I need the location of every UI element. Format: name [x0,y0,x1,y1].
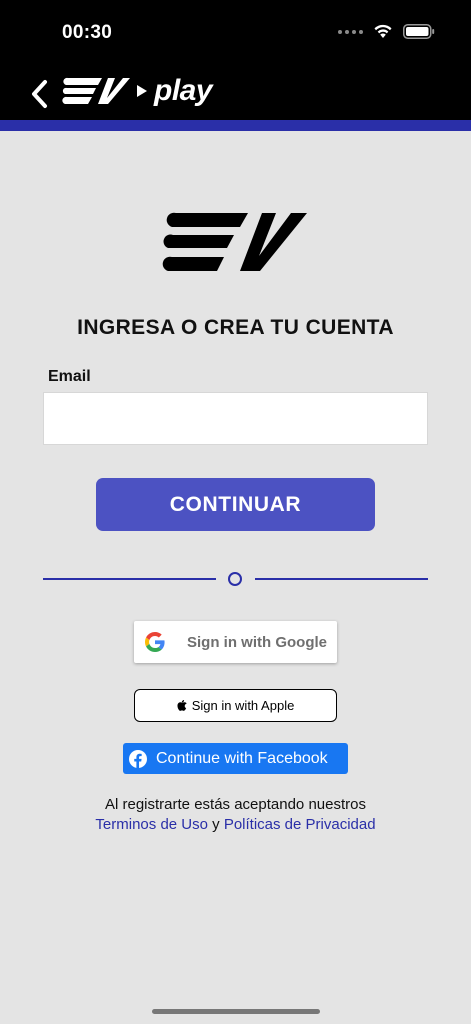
battery-icon [403,24,435,39]
ev-logo-icon [162,212,307,271]
facebook-signin-label: Continue with Facebook [156,749,328,767]
terms-text: Al registrarte estás aceptando nuestros [105,796,366,813]
google-signin-label: Sign in with Google [187,633,327,651]
privacy-policy-link[interactable]: Políticas de Privacidad [224,816,376,833]
apple-signin-label: Sign in with Apple [191,698,295,713]
divider-line-left [43,578,216,580]
facebook-icon [129,749,147,768]
page-title: INGRESA O CREA TU CUENTA [77,316,394,339]
brand-logo: play [62,74,213,108]
back-chevron-icon [32,80,47,108]
status-time: 00:30 [62,22,113,43]
header-accent-strip [0,120,471,131]
brand-play-text: play [154,74,213,107]
app-header: 00:30 play [0,0,471,120]
google-g-icon [145,632,165,652]
play-triangle-icon [137,85,147,97]
terms-of-use-link[interactable]: Terminos de Uso [95,816,208,833]
ev-logo-icon [62,77,130,104]
terms-connector: y [212,816,220,833]
apple-icon [177,699,187,711]
terms-notice: Al registrarte estás aceptando nuestros … [0,795,471,835]
divider-line-right [255,578,428,580]
wifi-icon [374,24,392,38]
home-indicator[interactable] [152,1009,320,1014]
google-signin-button[interactable]: Sign in with Google [134,621,337,663]
back-button[interactable] [22,74,56,114]
email-field[interactable] [43,392,428,445]
apple-signin-button[interactable]: Sign in with Apple [134,689,337,722]
facebook-signin-button[interactable]: Continue with Facebook [123,743,348,774]
email-label: Email [48,368,91,385]
continue-button[interactable]: CONTINUAR [96,478,375,531]
signal-icon [338,29,363,34]
status-indicators [338,24,435,39]
divider-circle [228,572,242,586]
